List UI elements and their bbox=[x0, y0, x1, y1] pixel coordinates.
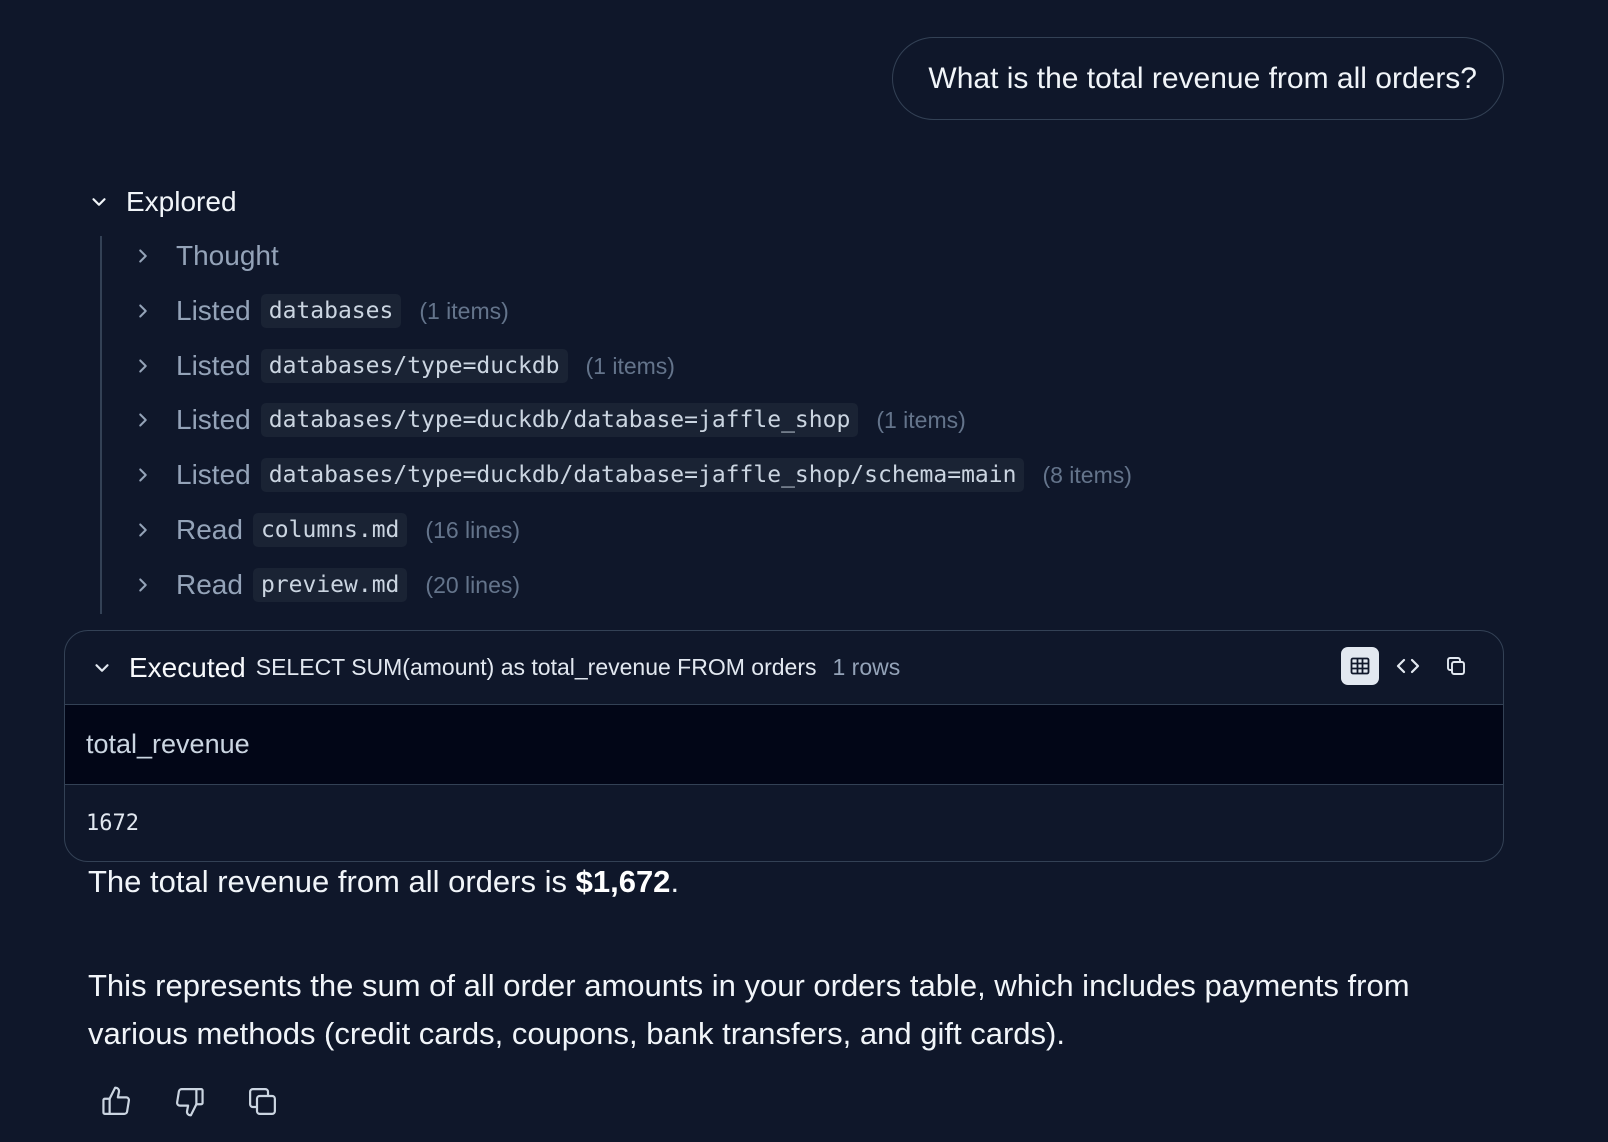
result-column-header: total_revenue bbox=[65, 705, 1503, 785]
step-verb: Listed bbox=[176, 295, 251, 326]
executed-toggle[interactable]: Executed SELECT SUM(amount) as total_rev… bbox=[65, 631, 1503, 705]
executed-label: Executed bbox=[129, 651, 246, 683]
answer-period: . bbox=[670, 864, 680, 899]
result-cell: 1672 bbox=[86, 810, 139, 836]
chevron-right-icon bbox=[132, 409, 154, 431]
step-listed-databases[interactable]: Listed databases (1 items) bbox=[132, 291, 509, 331]
step-verb: Listed bbox=[176, 459, 251, 490]
chevron-right-icon bbox=[132, 300, 154, 322]
thumbs-down-icon bbox=[176, 1088, 204, 1117]
answer-total: $1,672 bbox=[575, 864, 671, 899]
code-icon bbox=[1396, 658, 1420, 674]
step-count: (8 items) bbox=[1042, 461, 1132, 488]
step-count: (1 items) bbox=[419, 297, 509, 324]
like-button[interactable] bbox=[100, 1085, 133, 1118]
chevron-right-icon bbox=[132, 574, 154, 596]
step-count: (16 lines) bbox=[425, 516, 521, 543]
step-verb: Read bbox=[176, 569, 243, 600]
chevron-right-icon bbox=[132, 519, 154, 541]
executed-sql: SELECT SUM(amount) as total_revenue FROM… bbox=[255, 654, 817, 680]
step-listed-schema-main[interactable]: Listed databases/type=duckdb/database=ja… bbox=[132, 455, 1132, 495]
step-path: databases bbox=[260, 294, 402, 328]
copy-query-button[interactable] bbox=[1437, 647, 1475, 685]
step-count: (1 items) bbox=[876, 406, 966, 433]
user-message-text: What is the total revenue from all order… bbox=[928, 61, 1477, 95]
user-message-bubble: What is the total revenue from all order… bbox=[892, 37, 1504, 120]
step-path: databases/type=duckdb bbox=[260, 349, 568, 383]
step-path: columns.md bbox=[252, 513, 408, 547]
chevron-down-icon bbox=[91, 657, 113, 679]
step-read-preview[interactable]: Read preview.md (20 lines) bbox=[132, 565, 520, 605]
explored-steps: Thought Listed databases (1 items) Liste… bbox=[100, 236, 1350, 614]
copy-icon bbox=[249, 1088, 276, 1115]
step-listed-duckdb[interactable]: Listed databases/type=duckdb (1 items) bbox=[132, 346, 675, 386]
chevron-right-icon bbox=[132, 355, 154, 377]
table-icon bbox=[1350, 657, 1370, 675]
chevron-right-icon bbox=[132, 245, 154, 267]
step-verb: Listed bbox=[176, 404, 251, 435]
step-count: (20 lines) bbox=[425, 571, 521, 598]
step-path: databases/type=duckdb/database=jaffle_sh… bbox=[260, 458, 1025, 492]
column-name: total_revenue bbox=[86, 729, 250, 759]
step-listed-jaffle-shop[interactable]: Listed databases/type=duckdb/database=ja… bbox=[132, 400, 966, 440]
dislike-button[interactable] bbox=[173, 1085, 206, 1118]
table-view-button[interactable] bbox=[1341, 647, 1379, 685]
step-verb: Read bbox=[176, 514, 243, 545]
feedback-bar bbox=[100, 1085, 279, 1118]
explored-toggle[interactable]: Explored bbox=[88, 186, 237, 218]
executed-row-count: 1 rows bbox=[832, 654, 901, 680]
table-row: 1672 bbox=[65, 785, 1503, 861]
copy-answer-button[interactable] bbox=[246, 1085, 279, 1118]
executed-query-card: Executed SELECT SUM(amount) as total_rev… bbox=[64, 630, 1504, 862]
chevron-right-icon bbox=[132, 464, 154, 486]
code-view-button[interactable] bbox=[1389, 647, 1427, 685]
step-read-columns[interactable]: Read columns.md (16 lines) bbox=[132, 510, 520, 550]
chevron-down-icon bbox=[88, 191, 110, 213]
step-thought[interactable]: Thought bbox=[132, 236, 289, 276]
explored-label: Explored bbox=[126, 186, 237, 217]
copy-icon bbox=[1447, 657, 1465, 675]
answer-text: The total revenue from all orders is bbox=[88, 864, 576, 899]
step-path: preview.md bbox=[252, 568, 408, 602]
answer-explanation: This represents the sum of all order amo… bbox=[88, 968, 1410, 1051]
result-view-toolbar bbox=[1341, 647, 1475, 685]
step-count: (1 items) bbox=[585, 352, 675, 379]
chat-page: What is the total revenue from all order… bbox=[0, 0, 1608, 1142]
step-verb: Listed bbox=[176, 350, 251, 381]
thumbs-up-icon bbox=[102, 1086, 130, 1115]
step-verb: Thought bbox=[176, 240, 279, 271]
step-path: databases/type=duckdb/database=jaffle_sh… bbox=[260, 403, 859, 437]
answer-summary: The total revenue from all orders is $1,… bbox=[88, 858, 1508, 906]
